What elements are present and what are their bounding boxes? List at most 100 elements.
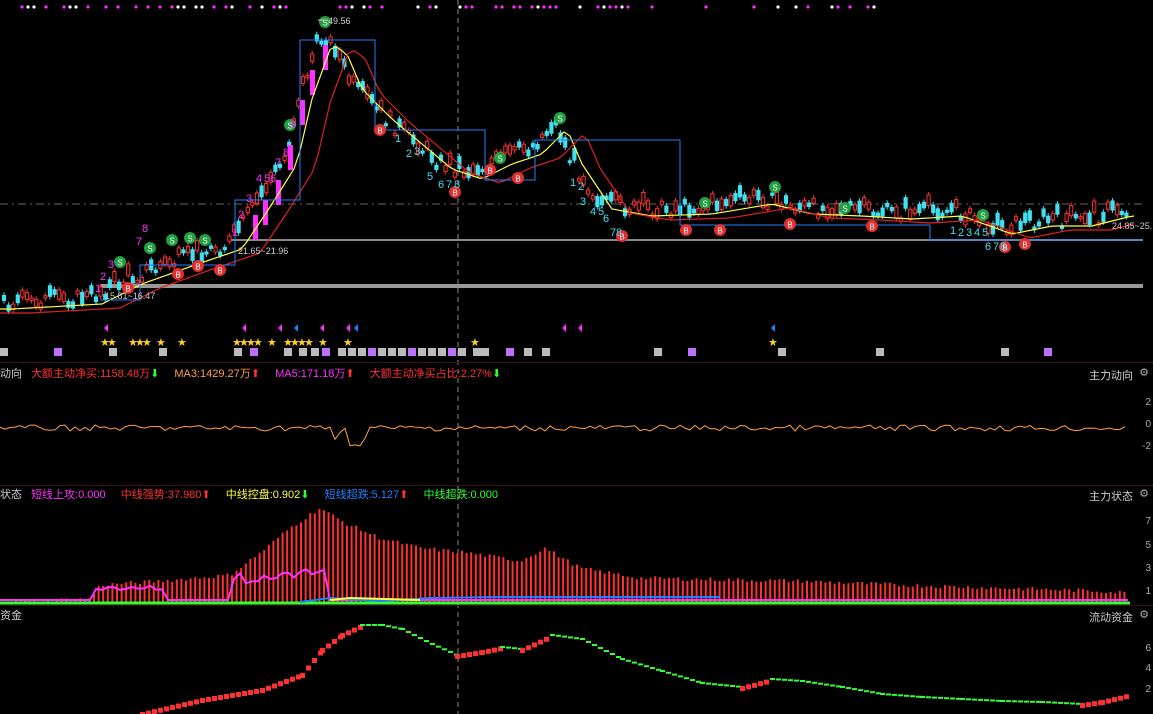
candle-body bbox=[1073, 213, 1078, 219]
td-count-number: 7 bbox=[275, 157, 281, 169]
candle-body bbox=[742, 194, 747, 202]
liquidity-step bbox=[260, 688, 265, 693]
top-signal-dot bbox=[212, 5, 216, 9]
liquidity-step bbox=[852, 688, 857, 691]
candle-body bbox=[15, 294, 20, 304]
candle-body bbox=[645, 200, 651, 210]
liquidity-step bbox=[718, 683, 723, 686]
candle-body bbox=[38, 302, 43, 310]
panel3-ytick: 6 bbox=[1145, 643, 1151, 654]
top-signal-dot bbox=[428, 5, 432, 9]
flag-marker bbox=[354, 324, 358, 332]
candle-body bbox=[452, 171, 457, 178]
candle-body bbox=[420, 150, 425, 154]
liquidity-step bbox=[242, 691, 247, 696]
liquidity-step bbox=[898, 694, 903, 697]
top-signal-dot bbox=[536, 5, 540, 9]
top-signal-dot bbox=[518, 5, 522, 9]
panel2-title: 主力状态 bbox=[1089, 491, 1133, 503]
liquidity-step bbox=[380, 624, 385, 626]
net-buy-bar bbox=[649, 425, 653, 428]
liquidity-step bbox=[638, 663, 643, 666]
signal-label: B bbox=[377, 127, 382, 136]
panel1-ytick: 2 bbox=[1145, 397, 1151, 408]
liquidity-step bbox=[352, 627, 357, 633]
top-signal-dot bbox=[86, 5, 90, 9]
net-buy-bar bbox=[129, 427, 133, 428]
liquidity-step bbox=[604, 650, 609, 652]
liquidity-step bbox=[724, 684, 729, 687]
liquidity-step bbox=[300, 673, 305, 678]
liquidity-step bbox=[926, 696, 931, 699]
td-count-number: 5 bbox=[427, 171, 433, 183]
liquidity-step bbox=[812, 681, 817, 684]
net-buy-bar bbox=[437, 428, 441, 431]
net-buy-bar bbox=[695, 428, 699, 429]
candle-body bbox=[926, 194, 931, 207]
candle-body bbox=[1115, 204, 1120, 216]
liquidity-step bbox=[886, 693, 891, 696]
gear-icon[interactable]: ⚙ bbox=[1139, 366, 1149, 379]
star-icon: ★ bbox=[768, 336, 778, 349]
candle-body bbox=[300, 100, 305, 125]
gear-icon[interactable]: ⚙ bbox=[1139, 608, 1149, 621]
liquidity-step bbox=[486, 648, 491, 654]
star-icon: ★ bbox=[142, 336, 152, 349]
top-signal-dot bbox=[134, 5, 138, 9]
net-buy-bar bbox=[1072, 425, 1076, 428]
candle-body bbox=[1, 294, 7, 302]
gear-icon[interactable]: ⚙ bbox=[1139, 487, 1149, 500]
liquidity-step bbox=[632, 661, 637, 664]
net-buy-bar bbox=[1113, 413, 1117, 428]
net-buy-bar bbox=[23, 428, 27, 431]
liquidity-step bbox=[684, 677, 689, 680]
top-signal-dot bbox=[830, 5, 834, 9]
net-buy-bar bbox=[244, 428, 248, 432]
panel2-ytick: 3 bbox=[1145, 563, 1151, 574]
net-buy-bar bbox=[1053, 427, 1057, 428]
event-marker-box bbox=[1044, 348, 1052, 356]
panel1-item-0: 大额主动净买:1158.48万⬇ bbox=[31, 368, 160, 380]
net-buy-bar bbox=[938, 428, 942, 430]
candle-body bbox=[346, 75, 352, 85]
td-count-number: 3 bbox=[580, 196, 586, 208]
candle-body bbox=[756, 189, 761, 201]
top-signal-dot bbox=[176, 5, 180, 9]
top-signal-dot bbox=[704, 5, 708, 9]
top-signal-dot bbox=[578, 5, 582, 9]
liquidity-step bbox=[782, 678, 787, 681]
liquidity-step bbox=[1118, 695, 1123, 701]
net-buy-bar bbox=[759, 425, 763, 428]
ma3-line bbox=[0, 424, 1126, 447]
star-icon: ★ bbox=[107, 336, 117, 349]
top-signal-dot bbox=[530, 5, 534, 9]
liquidity-step bbox=[1012, 700, 1017, 703]
signal-label: S bbox=[187, 235, 192, 244]
td-count-number: 2 bbox=[958, 227, 964, 239]
liquidity-step bbox=[461, 653, 466, 659]
liquidity-step bbox=[346, 630, 351, 636]
liquidity-step bbox=[1086, 702, 1091, 708]
candle-body bbox=[263, 200, 268, 225]
td-count-number: 8 bbox=[283, 147, 289, 159]
net-buy-bar bbox=[396, 428, 400, 431]
liquidity-step bbox=[818, 682, 823, 685]
candle-body bbox=[1013, 216, 1019, 221]
stock-chart[interactable]: SSS S SSSSSSSSSBBB BBBBBBB BB BB B12378 1234 5 67… bbox=[0, 0, 1153, 714]
net-buy-bar bbox=[340, 406, 344, 428]
top-signal-dot bbox=[596, 5, 600, 9]
candle-body bbox=[1069, 204, 1074, 217]
liquidity-step bbox=[236, 692, 241, 697]
candle-body bbox=[107, 279, 112, 288]
top-signal-dot bbox=[44, 5, 48, 9]
flag-marker bbox=[242, 324, 246, 332]
top-signal-dot bbox=[752, 5, 756, 9]
candle-body bbox=[737, 185, 743, 198]
liquidity-step bbox=[332, 639, 337, 644]
net-buy-bar bbox=[897, 428, 901, 432]
star-icon: ★ bbox=[177, 336, 187, 349]
candle-body bbox=[774, 191, 779, 205]
liquidity-step bbox=[910, 695, 915, 698]
candle-body bbox=[383, 123, 388, 127]
liquidity-step bbox=[620, 658, 625, 660]
